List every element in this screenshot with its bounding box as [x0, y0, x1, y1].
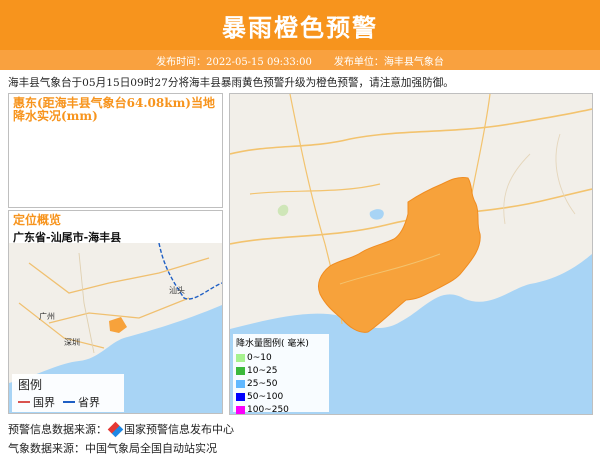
swatch-100-250 [236, 405, 245, 414]
legend-row-50-100: 50~100 [236, 390, 329, 403]
subheader: 发布时间：2022-05-15 09:33:00 发布单位：海丰县气象台 [0, 50, 600, 70]
location-panel-title: 定位概览 [13, 213, 62, 227]
precipitation-legend: 降水量图例( 毫米) 0~10 10~25 25~50 50~100 100~2… [233, 334, 329, 415]
warning-source-name: 国家预警信息发布中心 [124, 423, 234, 436]
swatch-25-50 [236, 379, 245, 388]
warning-center-logo-icon [107, 421, 124, 437]
precipitation-legend-title: 降水量图例( 毫米) [236, 339, 309, 349]
legend-label-50-100: 50~100 [247, 391, 284, 402]
legend-row-25-50: 25~50 [236, 377, 329, 390]
rain-panel: 惠东(距海丰县气象台64.08km)当地降水实况(mm) [8, 93, 223, 208]
warning-source-label: 预警信息数据来源： [8, 423, 107, 436]
legend-row-0-10: 0~10 [236, 351, 329, 364]
rain-panel-title: 惠东(距海丰县气象台64.08km)当地降水实况(mm) [13, 96, 215, 123]
place-label-shantou: 汕头 [169, 285, 185, 295]
legend-label-25-50: 25~50 [247, 378, 278, 389]
swatch-10-25 [236, 366, 245, 375]
legend-label-0-10: 0~10 [247, 352, 272, 363]
warning-title-bar: 暴雨橙色预警 [0, 0, 600, 50]
country-border-line [18, 401, 30, 403]
legend-label-100-250: 100~250 [247, 404, 289, 415]
overview-legend-items: 国界 省界 [18, 394, 124, 410]
overview-map-legend: 图例 国界 省界 [12, 374, 124, 412]
legend-label-10-25: 10~25 [247, 365, 278, 376]
legend-row-100-250: 100~250 [236, 403, 329, 416]
warning-description: 海丰县气象台于05月15日09时27分将海丰县暴雨黄色预警升级为橙色预警，请注意… [8, 77, 454, 89]
province-border-label: 省界 [78, 396, 100, 409]
publish-time: 发布时间：2022-05-15 09:33:00 [156, 56, 312, 68]
province-border-line [63, 401, 75, 403]
legend-item-province-border: 省界 [63, 394, 100, 410]
publisher: 发布单位：海丰县气象台 [333, 56, 444, 68]
overview-legend-title: 图例 [18, 378, 43, 392]
page-title: 暴雨橙色预警 [222, 13, 378, 42]
weather-source-line: 气象数据来源：中国气象局全国自动站实况 [8, 442, 217, 455]
place-label-shenzhen: 深圳 [64, 337, 80, 347]
legend-row-10-25: 10~25 [236, 364, 329, 377]
place-label-guangzhou: 广州 [39, 311, 55, 321]
legend-item-country-border: 国界 [18, 394, 55, 410]
swatch-0-10 [236, 353, 245, 362]
swatch-50-100 [236, 392, 245, 401]
warning-source-line: 预警信息数据来源： 国家预警信息发布中心 [8, 421, 234, 437]
country-border-label: 国界 [33, 396, 55, 409]
